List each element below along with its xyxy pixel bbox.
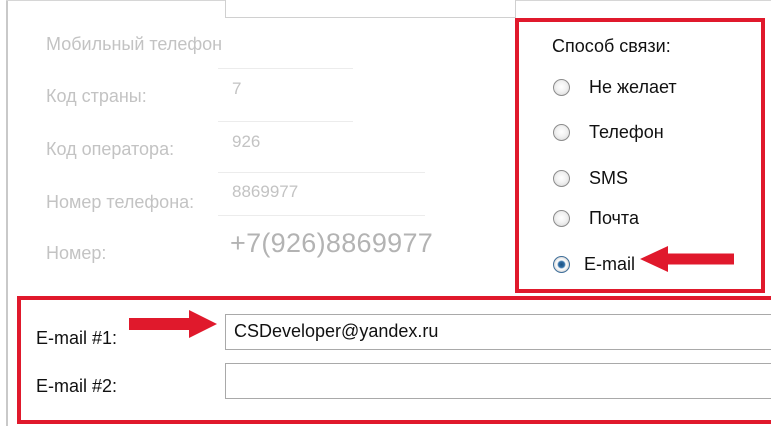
email2-label: E-mail #2: [36, 376, 118, 396]
radio-label: SMS [589, 167, 629, 188]
radio-option-no-contact[interactable]: Не желает [553, 75, 677, 99]
radio-label: Телефон [589, 121, 664, 142]
radio-option-mail[interactable]: Почта [553, 206, 639, 230]
radio-button-selected[interactable] [553, 255, 570, 273]
email2-input[interactable] [225, 363, 771, 399]
radio-button[interactable] [553, 169, 570, 187]
arrow-pointing-email1-icon [129, 310, 217, 338]
top-partial-field[interactable] [225, 0, 516, 18]
radio-option-phone[interactable]: Телефон [553, 120, 664, 144]
phone-number-underline [218, 215, 425, 216]
email1-input[interactable]: CSDeveloper@yandex.ru [225, 314, 771, 350]
radio-label: E-mail [584, 253, 636, 274]
radio-button[interactable] [553, 78, 570, 96]
radio-label: Не желает [589, 76, 677, 97]
arrow-pointing-email-option-icon [640, 246, 734, 272]
radio-button[interactable] [553, 209, 570, 227]
contact-method-title: Способ связи: [552, 36, 671, 56]
radio-label: Почта [589, 207, 639, 228]
phone-number-field[interactable]: 8869977 [232, 182, 298, 202]
country-code-field[interactable]: 7 [232, 79, 241, 99]
radio-button[interactable] [553, 123, 570, 141]
radio-option-email[interactable]: E-mail [553, 252, 635, 276]
phone-number-label: Номер телефона: [46, 192, 195, 212]
radio-option-sms[interactable]: SMS [553, 166, 628, 190]
operator-code-field[interactable]: 926 [232, 132, 260, 152]
operator-code-underline [218, 172, 425, 173]
full-number-value: +7(926)8869977 [230, 228, 434, 258]
window-left-border [6, 0, 8, 426]
mobile-phone-section-title: Мобильный телефон [46, 34, 223, 54]
full-number-label: Номер: [46, 243, 107, 263]
country-code-underline [218, 121, 353, 122]
email1-label: E-mail #1: [36, 328, 118, 348]
country-code-label: Код страны: [46, 86, 147, 106]
operator-code-label: Код оператора: [46, 139, 175, 159]
divider-line [218, 68, 353, 69]
